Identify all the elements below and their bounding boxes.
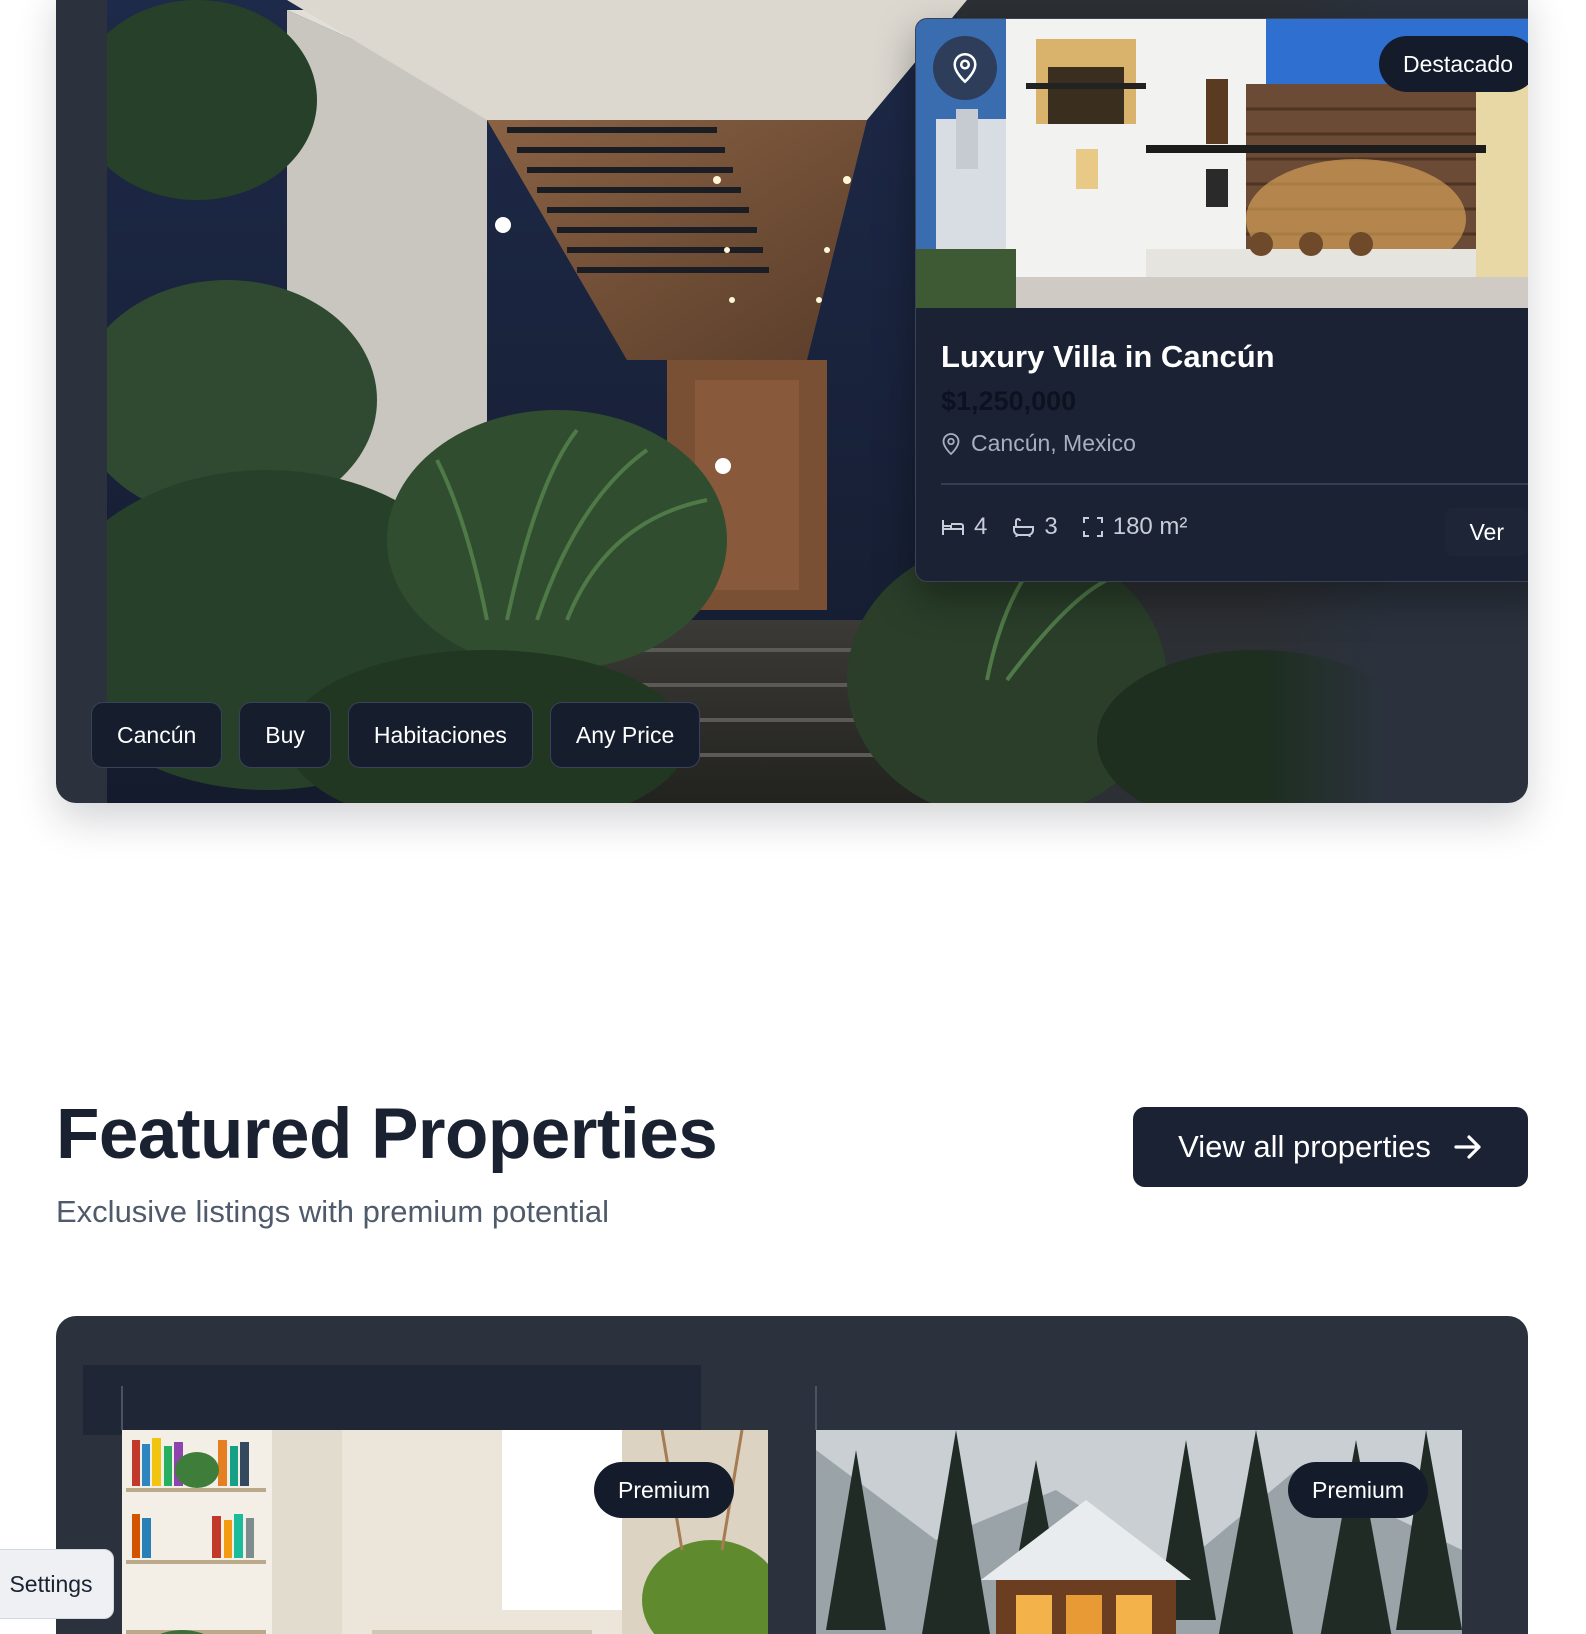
beds-stat: 4 [941, 513, 987, 541]
hotspot-dot[interactable] [495, 217, 511, 233]
hotspot-dot[interactable] [715, 458, 731, 474]
listing-title[interactable]: Luxury Villa in Cancún [941, 339, 1275, 375]
chip-operation[interactable]: Buy [239, 702, 331, 768]
listing-photo: Destacado [916, 19, 1528, 308]
hero-section: Destacado Luxury Villa in Cancún $1,250,… [56, 0, 1528, 803]
area-value: 180 m² [1112, 513, 1188, 540]
map-pin-button[interactable] [933, 36, 997, 100]
area-icon [1082, 517, 1103, 537]
section-subtitle: Exclusive listings with premium potentia… [56, 1194, 610, 1229]
property-card-photo[interactable]: Premium [122, 1430, 768, 1634]
card-divider [941, 483, 1528, 485]
properties-carousel: Premium Premium [56, 1316, 1528, 1634]
listing-location: Cancún, Mexico [941, 430, 1136, 457]
chip-location[interactable]: Cancún [91, 702, 223, 768]
listing-stats: 4 3 180 m² [941, 513, 1187, 541]
card-edge [121, 1386, 123, 1430]
area-stat: 180 m² [1082, 513, 1188, 541]
chip-price[interactable]: Any Price [549, 702, 701, 768]
view-listing-button[interactable]: Ver [1445, 508, 1528, 556]
map-pin-icon [942, 432, 960, 455]
filter-chips: Cancún Buy Habitaciones Any Price [91, 702, 701, 768]
panel-strip [83, 1365, 701, 1435]
premium-badge: Premium [593, 1462, 734, 1518]
featured-listing-card[interactable]: Destacado Luxury Villa in Cancún $1,250,… [915, 18, 1528, 582]
bed-icon [942, 520, 964, 535]
property-card-photo[interactable]: Premium [816, 1430, 1462, 1634]
chip-rooms[interactable]: Habitaciones [347, 702, 533, 768]
baths-count: 3 [1044, 513, 1058, 540]
bath-icon [1013, 518, 1035, 537]
map-pin-icon [953, 53, 977, 84]
interior-photo [122, 1430, 768, 1634]
baths-stat: 3 [1011, 513, 1058, 541]
beds-count: 4 [974, 513, 988, 540]
view-all-properties-button[interactable]: View all properties [1133, 1107, 1528, 1187]
card-edge [815, 1386, 817, 1430]
view-all-label: View all properties [1178, 1129, 1431, 1164]
section-title: Featured Properties [56, 1095, 718, 1174]
featured-badge: Destacado [1379, 36, 1528, 92]
location-text: Cancún, Mexico [971, 430, 1136, 456]
cabin-photo [816, 1430, 1462, 1634]
arrow-right-icon [1454, 1135, 1481, 1159]
listing-price: $1,250,000 [941, 386, 1077, 416]
premium-badge: Premium [1287, 1462, 1428, 1518]
settings-button[interactable]: Settings [0, 1549, 114, 1619]
